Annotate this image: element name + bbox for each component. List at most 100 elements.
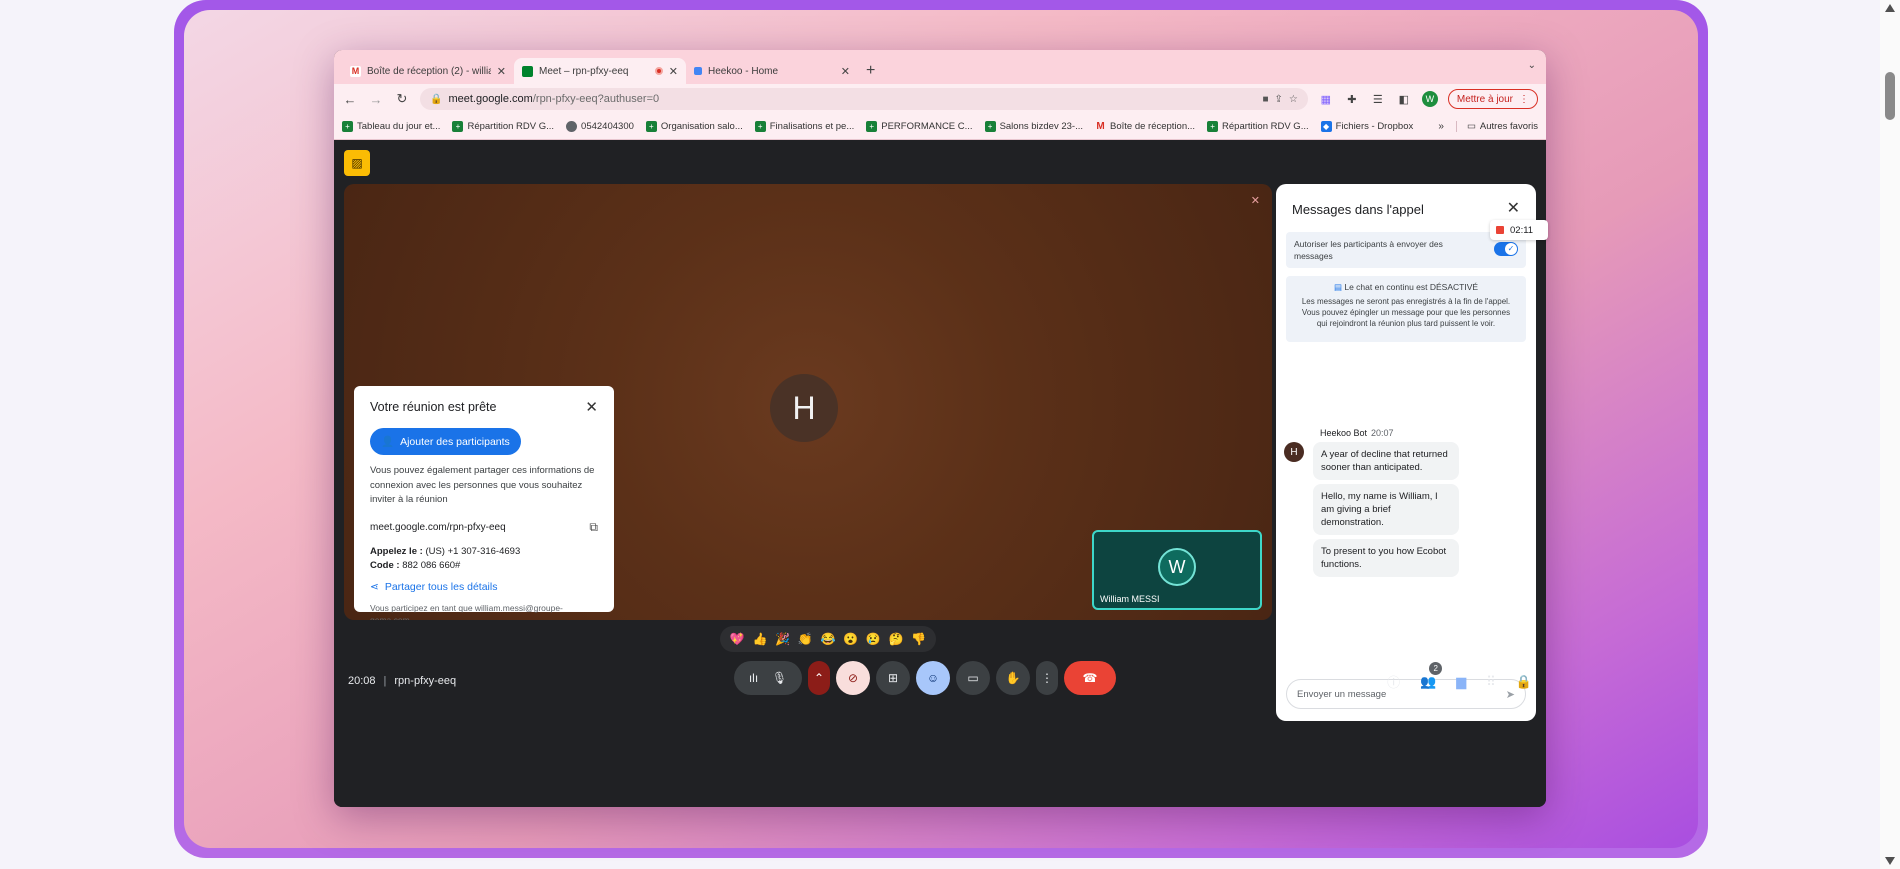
chat-icon[interactable]: ▆	[1456, 674, 1466, 690]
people-icon: 👥	[1420, 673, 1437, 689]
phone-label: Appelez le :	[370, 545, 423, 557]
reaction-sad[interactable]: 😢	[866, 632, 881, 646]
star-icon[interactable]: ☆	[1289, 94, 1298, 105]
raise-hand-button[interactable]: ✋	[996, 661, 1030, 695]
allow-messages-toggle[interactable]: ✓	[1494, 242, 1518, 256]
side-panel-icon[interactable]: ◧	[1396, 93, 1412, 106]
present-button[interactable]: ⊞	[876, 661, 910, 695]
reaction-clap[interactable]: 👏	[798, 632, 813, 646]
people-button[interactable]: 👥 2	[1420, 661, 1443, 690]
share-icon[interactable]: ⇪	[1275, 94, 1283, 105]
reaction-party[interactable]: 🎉	[775, 632, 790, 646]
other-bookmarks-label: Autres favoris	[1479, 121, 1538, 132]
emoji-icon: ☺	[926, 671, 940, 685]
mic-button[interactable]: ılı 🎙	[734, 661, 802, 695]
hand-icon: ✋	[1005, 671, 1021, 685]
self-avatar: W	[1158, 548, 1196, 586]
page-scrollbar[interactable]	[1880, 0, 1900, 869]
code-value: 882 086 660#	[402, 559, 461, 571]
camera-button[interactable]: ⊘	[836, 661, 870, 695]
audio-level-icon: ılı	[748, 671, 759, 685]
back-icon[interactable]: ←	[342, 92, 358, 107]
new-tab-button[interactable]: +	[866, 62, 875, 84]
tab-search-chevron-icon[interactable]: ⌄	[1528, 60, 1536, 71]
host-controls-lock-icon[interactable]: 🔒	[1516, 674, 1532, 690]
address-bar[interactable]: 🔒 meet.google.com/rpn-pfxy-eeq?authuser=…	[420, 88, 1308, 110]
extension-icon[interactable]: ▦	[1318, 93, 1334, 106]
bookmark-label: PERFORMANCE C...	[881, 121, 973, 132]
puzzle-icon[interactable]: ✚	[1344, 93, 1360, 106]
copy-icon[interactable]: ⧉	[589, 520, 598, 535]
add-participants-label: Ajouter des participants	[400, 435, 510, 448]
lock-icon[interactable]: 🔒	[430, 94, 442, 105]
bookmark-item[interactable]: + Répartition RDV G...	[452, 121, 554, 132]
reload-icon[interactable]: ↻	[394, 91, 410, 107]
url-host: meet.google.com	[448, 93, 533, 105]
close-icon[interactable]: ✕	[1507, 198, 1520, 218]
bookmark-item[interactable]: 0542404300	[566, 121, 634, 132]
apps-grid-icon[interactable]: ⠿	[1486, 674, 1496, 690]
meeting-info: 20:08 | rpn-pfxy-eeq	[348, 675, 456, 687]
bookmarks-more-button[interactable]: »	[1438, 121, 1444, 132]
meeting-link[interactable]: meet.google.com/rpn-pfxy-eeq	[370, 522, 506, 533]
bookmark-item[interactable]: + Finalisations et pe...	[754, 121, 854, 132]
bookmark-item[interactable]: ◆ Fichiers - Dropbox	[1320, 121, 1413, 132]
scroll-up-icon[interactable]	[1885, 4, 1895, 12]
more-options-button[interactable]: ⋮	[1036, 661, 1058, 695]
close-tab-icon[interactable]: ✕	[841, 65, 850, 78]
bookmark-item[interactable]: + PERFORMANCE C...	[866, 121, 973, 132]
tab-gmail[interactable]: M Boîte de réception (2) - willian ✕	[342, 58, 514, 84]
stop-recording-icon[interactable]	[1496, 226, 1504, 234]
scroll-down-icon[interactable]	[1885, 857, 1895, 865]
ready-card-footer: Vous participez en tant que william.mess…	[370, 602, 563, 621]
bookmark-item[interactable]: + Répartition RDV G...	[1207, 121, 1309, 132]
message-time: 20:07	[1371, 428, 1394, 438]
info-heading-text: Le chat en continu est DÉSACTIVÉ	[1344, 282, 1479, 292]
info-icon[interactable]: ⓘ	[1387, 672, 1400, 691]
chat-panel-title: Messages dans l'appel	[1292, 202, 1424, 217]
emoji-button[interactable]: ☺	[916, 661, 950, 695]
globe-icon	[566, 121, 578, 132]
call-controls: ılı 🎙 ⌃ ⊘ ⊞ ☺ ▭ ✋ ⋮ ☎	[734, 661, 1116, 695]
add-person-icon: 👤	[381, 436, 395, 448]
ready-card-description: Vous pouvez également partager ces infor…	[370, 465, 595, 505]
reaction-thumbs-down[interactable]: 👎	[911, 632, 926, 646]
captions-button[interactable]: ▭	[956, 661, 990, 695]
camera-icon[interactable]: ■	[1262, 94, 1268, 105]
meet-control-bar: 20:08 | rpn-pfxy-eeq ılı 🎙 ⌃ ⊘ ⊞ ☺ ▭ ✋ ⋮ …	[334, 658, 1546, 708]
meet-icon	[522, 65, 533, 77]
bookmarks-bar: + Tableau du jour et... + Répartition RDV …	[334, 114, 1546, 140]
recording-timer: 02:11	[1490, 220, 1548, 240]
reaction-heart[interactable]: 💖	[730, 632, 745, 646]
profile-avatar[interactable]: W	[1421, 91, 1438, 107]
close-icon[interactable]: ✕	[585, 398, 598, 416]
reaction-surprised[interactable]: 😮	[843, 632, 858, 646]
camera-options-chevron[interactable]: ⌃	[808, 661, 830, 695]
continuous-chat-info: ▤ Le chat en continu est DÉSACTIVÉ Les m…	[1286, 276, 1526, 342]
forward-icon[interactable]: →	[368, 92, 384, 107]
share-details-link[interactable]: ⋖ Partager tous les détails	[370, 581, 598, 593]
reading-list-icon[interactable]: ☰	[1370, 93, 1386, 106]
reaction-thinking[interactable]: 🤔	[888, 632, 903, 646]
tab-heekoo[interactable]: Heekoo - Home ✕	[686, 58, 858, 84]
add-participants-button[interactable]: 👤 Ajouter des participants	[370, 428, 521, 455]
close-tab-icon[interactable]: ✕	[669, 65, 678, 78]
bookmark-item[interactable]: + Organisation salo...	[645, 121, 743, 132]
reaction-laugh[interactable]: 😂	[820, 632, 835, 646]
clock: 20:08	[348, 675, 376, 687]
share-icon: ⋖	[370, 580, 379, 593]
self-video-tile[interactable]: W William MESSI	[1092, 530, 1262, 610]
bookmark-item[interactable]: + Tableau du jour et...	[342, 121, 440, 132]
bookmark-item[interactable]: + Salons bizdev 23-...	[984, 121, 1083, 132]
reaction-thumbs-up[interactable]: 👍	[753, 632, 768, 646]
camera-off-badge-icon[interactable]: ▨	[344, 150, 370, 176]
chat-panel: Messages dans l'appel ✕ Autoriser les pa…	[1276, 184, 1536, 721]
tab-meet[interactable]: Meet – rpn-pfxy-eeq ✕	[514, 58, 686, 84]
other-bookmarks-folder[interactable]: ▭ Autres favoris	[1455, 121, 1538, 132]
bookmark-item[interactable]: M Boîte de réception...	[1095, 121, 1195, 132]
update-button[interactable]: Mettre à jour ⋮	[1447, 89, 1538, 109]
leave-call-button[interactable]: ☎	[1064, 661, 1116, 695]
scroll-thumb[interactable]	[1885, 72, 1895, 120]
close-tab-icon[interactable]: ✕	[497, 65, 506, 78]
more-vert-icon: ⋮	[1041, 671, 1053, 685]
